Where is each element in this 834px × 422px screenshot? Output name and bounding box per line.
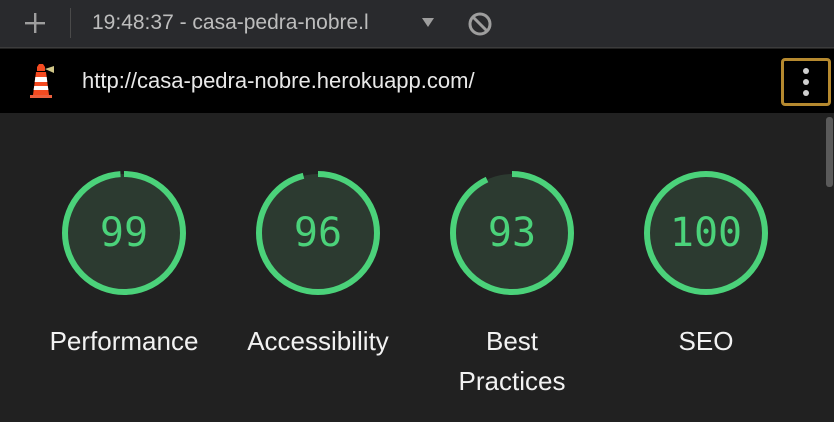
lighthouse-icon — [26, 63, 56, 99]
url-bar: http://casa-pedra-nobre.herokuapp.com/ — [0, 49, 834, 113]
kebab-menu-button[interactable] — [781, 58, 831, 106]
gauge-seo[interactable]: 100 SEO — [606, 169, 806, 409]
gauge-label: Accessibility — [247, 326, 389, 356]
gauge-label: SEO — [678, 326, 734, 356]
url-link[interactable]: http://casa-pedra-nobre.herokuapp.com/ — [82, 67, 475, 95]
plus-icon[interactable] — [20, 8, 50, 38]
toolbar: 19:48:37 - casa-pedra-nobre.l — [0, 0, 834, 48]
scrollbar[interactable] — [826, 117, 833, 187]
gauge-score: 96 — [293, 210, 343, 256]
chevron-down-icon[interactable] — [420, 12, 436, 32]
scores-panel: 99 Performance 96 Accessibility 93 Best … — [0, 113, 834, 422]
gauge-accessibility[interactable]: 96 Accessibility — [218, 169, 418, 409]
gauge-performance[interactable]: 99 Performance — [24, 169, 224, 409]
gauge-best-practices[interactable]: 93 Best Practices — [412, 169, 612, 409]
menu-dot — [803, 79, 809, 85]
menu-dot — [803, 68, 809, 74]
gauge-label: Best Practices — [458, 326, 566, 396]
block-icon[interactable] — [466, 10, 494, 38]
toolbar-divider — [70, 8, 71, 38]
gauge-score: 100 — [669, 210, 743, 256]
report-title[interactable]: 19:48:37 - casa-pedra-nobre.l — [92, 10, 414, 36]
gauge-score: 99 — [99, 210, 149, 256]
gauge-label: Performance — [49, 326, 199, 356]
menu-dot — [803, 90, 809, 96]
gauge-score: 93 — [487, 210, 537, 256]
